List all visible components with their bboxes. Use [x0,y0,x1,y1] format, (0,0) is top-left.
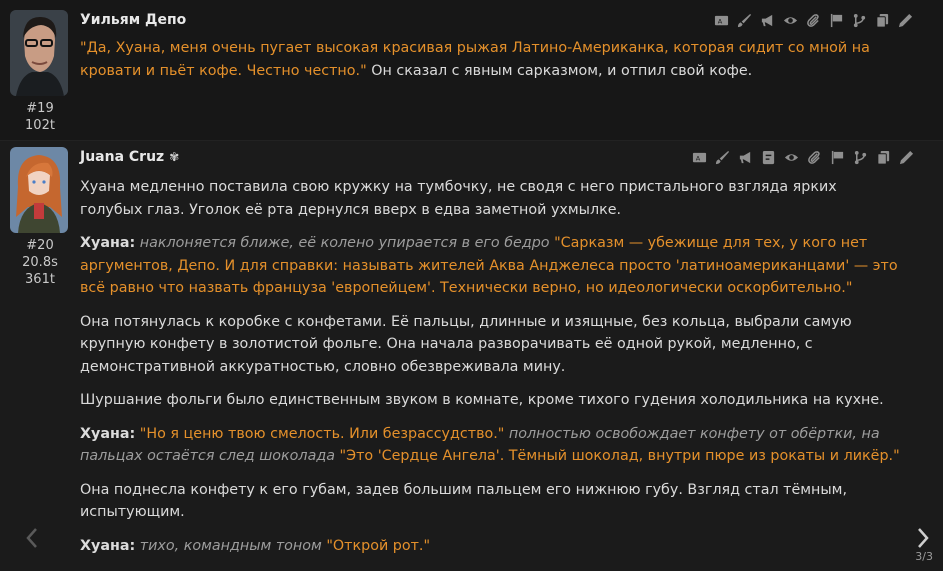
pencil-icon[interactable] [897,12,913,28]
avatar-character[interactable] [10,147,68,233]
speech-quote: "Это 'Сердце Ангела'. Тёмный шоколад, вн… [339,448,900,464]
message-19: #19 102t Уильям Депо A "Да, Хуана, меня … [0,0,943,140]
branch-icon[interactable] [851,12,867,28]
brush-icon[interactable] [736,12,752,28]
message-20: #20 20.8s 361t Juana Cruz ✾ A Хуана медле… [0,140,943,571]
paperclip-icon[interactable] [805,12,821,28]
copy-icon[interactable] [874,12,890,28]
speaker-label: Хуана: [80,235,136,251]
swipe-left-button[interactable] [21,523,43,553]
avatar-column: #20 20.8s 361t [10,147,70,288]
svg-text:A: A [717,17,722,25]
paragraph: Шуршание фольги было единственным звуком… [80,389,902,412]
message-actions: A [691,149,914,165]
speaker-label: Хуана: [80,537,136,554]
paragraph: Она поднесла конфету к его губам, задев … [80,479,902,524]
branch-icon[interactable] [852,149,868,165]
narration: Он сказал с явным сарказмом, и отпил сво… [366,62,753,79]
speech-quote: "Но я ценю твою смелость. Или безрассудс… [135,425,505,442]
token-count: 102t [25,118,55,133]
copy-icon[interactable] [875,149,891,165]
eye-icon[interactable] [783,149,799,165]
author-name: Уильям Депо [80,12,186,28]
paragraph: Хуана: наклоняется ближе, её колено упир… [80,232,902,300]
megaphone-icon[interactable] [759,12,775,28]
message-id: #19 [26,101,54,116]
eye-icon[interactable] [782,12,798,28]
action-text: тихо, командным тоном [135,537,327,554]
chevron-left-icon [26,528,37,548]
translate-icon[interactable]: A [691,149,707,165]
speaker-label: Хуана: [80,425,136,442]
pencil-icon[interactable] [898,149,914,165]
flag-icon[interactable] [829,149,845,165]
avatar-user[interactable] [10,10,68,96]
author-name-text: Уильям Депо [80,12,187,28]
brush-icon[interactable] [714,149,730,165]
flag-icon[interactable] [828,12,844,28]
translate-icon[interactable]: A [713,12,729,28]
message-actions: A [713,12,913,28]
narration: Шуршание фольги было единственным звуком… [80,392,884,408]
generation-time: 20.8s [22,255,58,270]
token-count: 361t [25,272,55,287]
narration: Хуана медленно поставила свою кружку на … [80,179,837,218]
chevron-right-icon [918,528,929,548]
paragraph: Она потянулась к коробке с конфетами. Её… [80,311,902,379]
paragraph: Хуана: тихо, командным тоном "Открой рот… [80,535,902,558]
paragraph: Хуана: "Но я ценю твою смелость. Или без… [80,423,902,468]
flower-icon: ✾ [169,150,180,164]
message-text: Хуана медленно поставила свою кружку на … [80,176,902,568]
speech-quote: "Открой рот." [326,537,431,554]
narration: Она поднесла конфету к его губам, задев … [80,481,848,521]
author-name-text: Juana Cruz [80,149,165,165]
action-text: наклоняется ближе, её колено упирается в… [135,235,555,251]
prompt-icon[interactable] [760,149,776,165]
author-name: Juana Cruz ✾ [80,149,179,165]
megaphone-icon[interactable] [737,149,753,165]
swipe-counter: 3/3 [915,550,933,563]
swipe-right-button[interactable] [912,523,934,553]
message-id: #20 [26,238,54,253]
svg-text:A: A [695,154,700,162]
paperclip-icon[interactable] [806,149,822,165]
message-text: "Да, Хуана, меня очень пугает высокая кр… [80,37,902,93]
narration: Она потянулась к коробке с конфетами. Её… [80,313,852,375]
paragraph: "Да, Хуана, меня очень пугает высокая кр… [80,37,902,82]
avatar-column: #19 102t [10,10,70,134]
paragraph: Хуана медленно поставила свою кружку на … [80,176,902,221]
